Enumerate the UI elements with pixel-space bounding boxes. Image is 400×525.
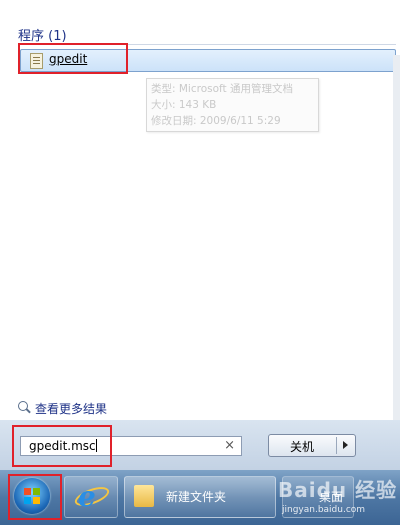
see-more-results-label: 查看更多结果	[35, 402, 108, 416]
shutdown-button[interactable]: 关机	[268, 434, 356, 457]
highlight-box-result	[18, 43, 128, 74]
baidu-watermark: Baidu 经验	[278, 478, 398, 502]
shutdown-separator	[336, 437, 337, 454]
tooltip-type: 类型: Microsoft 通用管理文档	[151, 83, 293, 95]
highlight-box-search	[12, 425, 112, 467]
shutdown-label: 关机	[290, 440, 315, 454]
file-info-tooltip: 类型: Microsoft 通用管理文档 大小: 143 KB 修改日期: 20…	[146, 78, 319, 132]
tooltip-modified: 修改日期: 2009/6/11 5:29	[151, 115, 281, 127]
scroll-strip	[393, 55, 400, 465]
highlight-box-start	[8, 474, 62, 520]
taskbar-internet-explorer[interactable]: e	[64, 476, 118, 518]
taskbar-new-folder[interactable]: 新建文件夹	[124, 476, 276, 518]
start-menu: 程序 (1) gpedit 类型: Microsoft 通用管理文档 大小: 1…	[0, 0, 400, 470]
tooltip-size: 大小: 143 KB	[151, 99, 217, 111]
clear-search-icon[interactable]: ×	[224, 438, 235, 453]
baidu-watermark-url: jingyan.baidu.com	[282, 505, 366, 515]
shutdown-options-arrow-icon[interactable]	[343, 441, 348, 449]
internet-explorer-icon: e	[78, 480, 96, 513]
taskbar-new-folder-label: 新建文件夹	[166, 490, 227, 504]
folder-icon	[134, 485, 154, 507]
search-icon	[18, 401, 28, 411]
programs-header: 程序 (1)	[18, 29, 67, 44]
